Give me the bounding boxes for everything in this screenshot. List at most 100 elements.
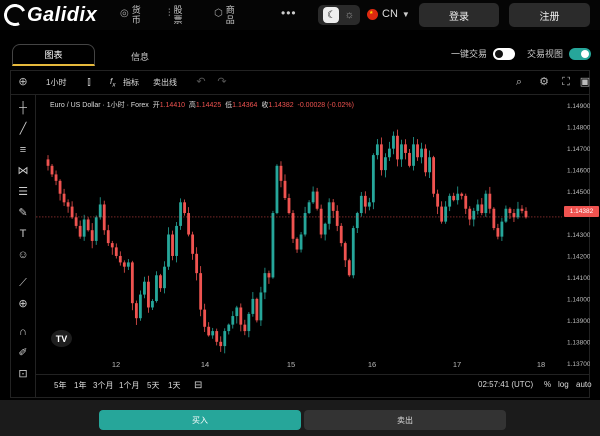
indicators-button[interactable]: 指标 [123,77,139,88]
candle-body [50,165,54,175]
login-button[interactable]: 登录 [419,3,499,27]
chart-toolbar: ⊕ 1小时 ⫾ fx 指标 卖出线 ↶ ↷ ⌕ ⚙ ⛶ ▣ [10,70,590,95]
candle-body [98,204,102,218]
range-3m[interactable]: 3个月 [93,380,113,391]
interval-selector[interactable]: 1小时 [46,77,66,88]
candle-body [207,326,211,336]
candle-body [62,193,66,203]
tab-info[interactable]: 信息 [131,50,149,63]
candle-body [432,157,436,194]
y-tick-label: 1.14300 [567,232,590,239]
text-tool-icon[interactable]: T [16,227,30,241]
settings-icon[interactable]: ⚙ [537,75,551,89]
candle-body [215,331,219,342]
more-menu-icon[interactable]: ••• [281,6,297,20]
y-tick-label: 1.14900 [567,103,590,110]
auto-toggle[interactable]: auto [576,380,592,389]
trade-view-toggle[interactable]: 交易视图 [527,47,592,60]
tradingview-logo[interactable]: TV [51,330,72,347]
candle-body [191,234,195,254]
y-tick-label: 1.14500 [567,189,590,196]
trade-view-switch[interactable] [569,47,592,60]
zoom-in-icon[interactable]: ⊕ [16,297,30,311]
candle-body [179,202,182,226]
x-tick-label: 17 [453,360,461,369]
percent-toggle[interactable]: % [544,380,551,389]
trade-bar: 买入 卖出 [0,400,600,436]
candle-body [436,193,440,207]
candle-body [187,213,190,235]
trend-line-icon[interactable]: ╱ [16,122,30,136]
range-5d[interactable]: 5天 [147,380,159,391]
nav-currency[interactable]: ◎ 货币 [120,5,142,25]
one-click-trade-switch[interactable] [493,47,516,60]
range-1m[interactable]: 1个月 [119,380,139,391]
candle-body [400,144,403,160]
buy-button[interactable]: 买入 [99,410,301,430]
one-click-trade-label: 一键交易 [451,49,488,59]
sun-icon[interactable]: ☼ [344,9,354,21]
redo-icon[interactable]: ↷ [215,75,229,89]
candle-body [247,313,251,332]
candle-body [516,208,520,218]
add-symbol-icon[interactable]: ⊕ [16,75,30,89]
candle-body [339,225,343,244]
candles-icon[interactable]: ⫾ [82,75,96,89]
camera-icon[interactable]: ▣ [578,75,592,89]
tab-chart[interactable]: 图表 [12,44,95,66]
candle-body [243,324,247,332]
candle-body [508,208,512,214]
candle-body [371,155,375,203]
candle-body [388,148,391,158]
lock-drawing-icon[interactable]: ✐ [16,346,30,360]
candle-body [275,165,279,214]
candle-body [134,303,138,319]
nav-stocks-label: 股票 [173,5,183,25]
range-1y[interactable]: 1年 [74,380,86,391]
logo-mark [0,0,30,30]
lock-icon[interactable]: ⊡ [16,367,30,381]
chart-footer: 5年 1年 3个月 1个月 5天 1天 ⊟ 02:57:41 (UTC) % l… [36,374,592,394]
candle-body [287,198,291,214]
candle-body [424,148,427,173]
candle-body [355,213,359,229]
candle-body [343,243,347,261]
undo-icon[interactable]: ↶ [194,75,208,89]
moon-icon[interactable]: ☾ [323,7,340,23]
range-1d[interactable]: 1天 [168,380,180,391]
candle-body [227,324,231,332]
candle-body [94,217,98,241]
bid-line-button[interactable]: 卖出线 [153,77,177,88]
candle-body [175,225,178,256]
nav-commodities[interactable]: ⬡ 商品 [214,5,236,25]
logo[interactable]: Galidix [0,0,97,30]
theme-switch[interactable]: ☾ ☼ [318,5,360,25]
crosshair-icon[interactable]: ┼ [16,101,30,115]
candle-body [171,234,174,256]
date-range-icon[interactable]: ⊟ [194,380,202,391]
log-toggle[interactable]: log [558,380,569,389]
language-selector[interactable]: CN ▼ [367,8,410,20]
candle-body [219,341,223,347]
brush-icon[interactable]: ✎ [16,206,30,220]
one-click-trade-toggle[interactable]: 一键交易 [451,47,516,60]
search-icon[interactable]: ⌕ [512,75,526,89]
range-5y[interactable]: 5年 [54,380,66,391]
magnet-icon[interactable]: ∩ [16,325,30,339]
view-tabs: 图表 信息 一键交易 交易视图 [0,44,600,68]
sell-button[interactable]: 卖出 [304,410,506,430]
fullscreen-icon[interactable]: ⛶ [559,75,573,89]
nav-stocks[interactable]: ⫶ 股票 [168,5,184,25]
register-button[interactable]: 注册 [509,3,590,27]
emoji-icon[interactable]: ☺ [16,248,30,262]
china-flag-icon [367,8,378,20]
price-chart[interactable]: 1.149001.148001.147001.146001.145001.144… [36,95,590,374]
parallel-channel-icon[interactable]: ≡ [16,143,30,157]
pitchfork-icon[interactable]: ⋈ [16,164,30,178]
candle-body [155,275,158,302]
candle-body [279,165,283,181]
ruler-icon[interactable]: ⟋ [16,276,30,290]
fib-retracement-icon[interactable]: ☰ [16,185,30,199]
y-tick-label: 1.14100 [567,275,590,282]
candle-body [460,193,464,196]
